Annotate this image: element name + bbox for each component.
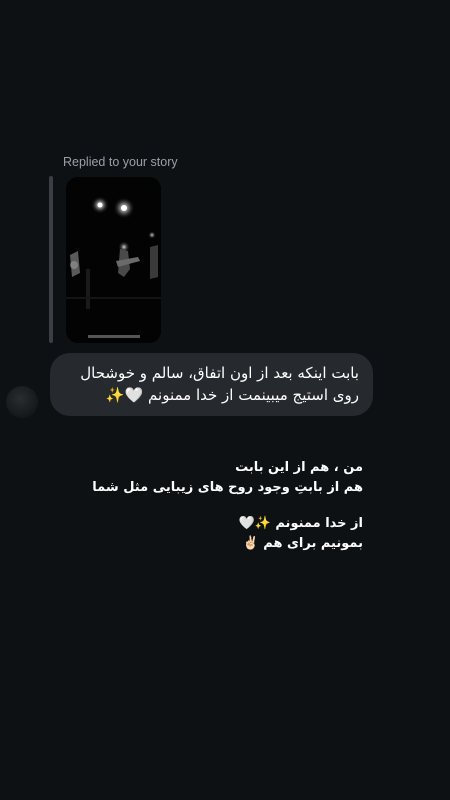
caption-line-2: هم از بابتِ وجود روح های زیبایی مثل شما xyxy=(92,480,363,495)
message-line-1: بابت اینکه بعد از اون اتفاق، سالم و خوشح… xyxy=(80,364,359,382)
overlay-caption: من ، هم از این بابت هم از بابتِ وجود روح… xyxy=(63,458,363,554)
story-thumbnail[interactable] xyxy=(66,177,161,343)
story-image xyxy=(66,177,161,343)
caption-line-3: از خدا ممنونم ✨🤍 xyxy=(238,516,363,531)
avatar[interactable] xyxy=(6,386,38,418)
reply-indicator-bar xyxy=(49,176,53,343)
caption-line-1: من ، هم از این بابت xyxy=(235,460,363,475)
message-bubble[interactable]: بابت اینکه بعد از اون اتفاق، سالم و خوشح… xyxy=(50,353,373,416)
replied-to-story-label: Replied to your story xyxy=(63,155,178,169)
message-line-2: روی استیج میبینمت از خدا ممنونم 🤍✨ xyxy=(105,386,359,404)
caption-line-4: بمونیم برای هم ✌🏻 xyxy=(242,536,363,551)
